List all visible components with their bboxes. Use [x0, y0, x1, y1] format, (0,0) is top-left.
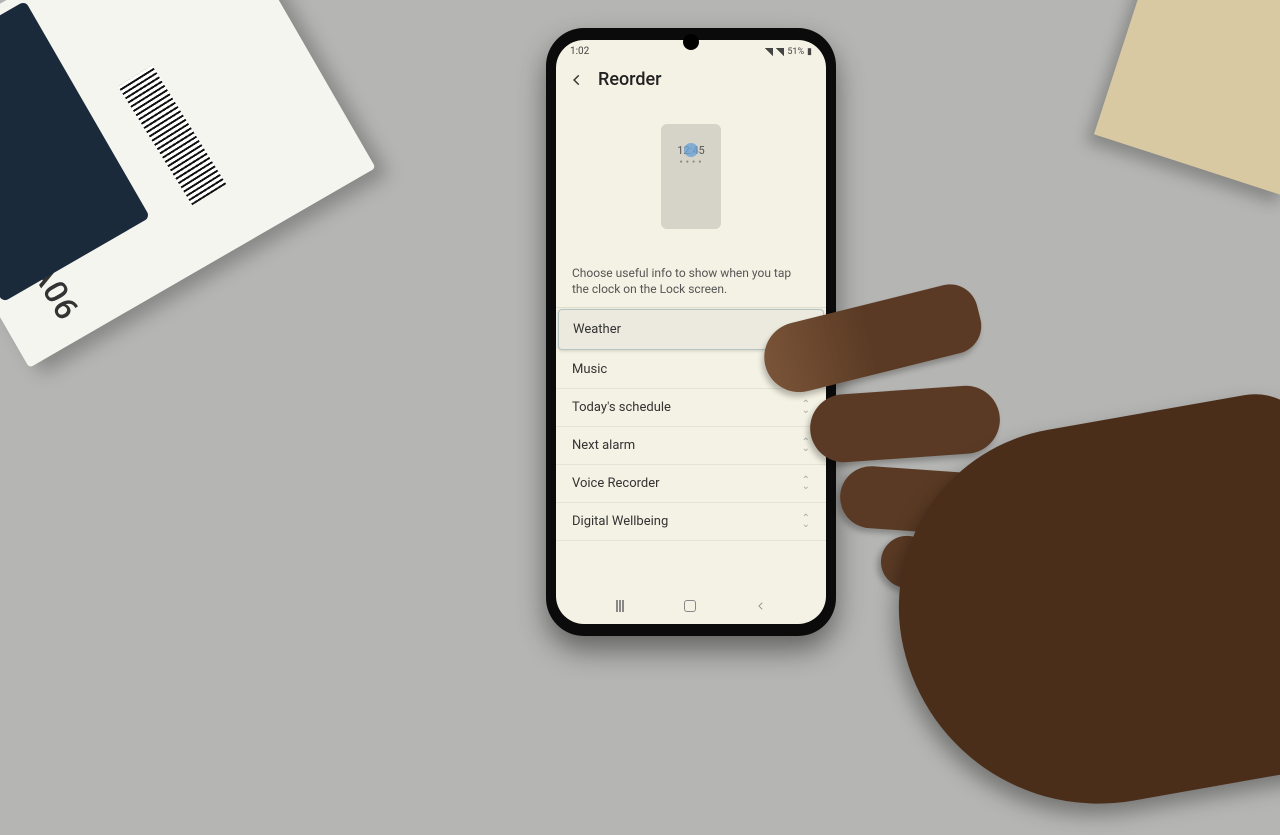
channel-logo — [1222, 680, 1270, 704]
phone-screen: 1:02 51% ▮ Reorder 12:45 ● ● ● ● — [556, 40, 826, 624]
preview-clock: 12:45 — [677, 144, 704, 157]
weather-icon — [684, 143, 698, 157]
status-time: 1:02 — [570, 46, 589, 57]
wood-prop — [1094, 0, 1280, 196]
nav-back[interactable] — [756, 600, 766, 612]
list-item-schedule[interactable]: Today's schedule ⌃⌄ — [556, 389, 826, 427]
hand-overlay — [760, 300, 1280, 760]
camera-notch — [683, 34, 699, 50]
battery-icon: ▮ — [807, 47, 812, 57]
signal-icon-2 — [776, 48, 784, 56]
nav-home[interactable] — [684, 600, 696, 612]
barcode — [118, 65, 226, 205]
list-item-alarm[interactable]: Next alarm ⌃⌄ — [556, 427, 826, 465]
drag-handle-icon[interactable]: ⌃⌄ — [802, 364, 810, 376]
signal-icon — [765, 48, 773, 56]
item-label: Weather — [573, 322, 621, 337]
list-item-recorder[interactable]: Voice Recorder ⌃⌄ — [556, 465, 826, 503]
drag-handle-icon[interactable]: ⌃⌄ — [802, 440, 810, 452]
list-item-weather[interactable]: Weather — [558, 309, 824, 350]
lockscreen-preview: 12:45 ● ● ● ● — [661, 124, 721, 229]
box-image — [0, 1, 150, 303]
preview-area: 12:45 ● ● ● ● — [556, 102, 826, 265]
product-box-prop — [0, 0, 376, 368]
back-icon[interactable] — [570, 73, 584, 87]
item-label: Today's schedule — [572, 400, 671, 415]
drag-handle-icon[interactable]: ⌃⌄ — [802, 402, 810, 414]
item-label: Digital Wellbeing — [572, 514, 668, 529]
description-text: Choose useful info to show when you tap … — [556, 265, 826, 308]
item-label: Voice Recorder — [572, 476, 660, 491]
reorder-list: Weather Music ⌃⌄ Today's schedule ⌃⌄ Nex… — [556, 308, 826, 590]
item-label: Next alarm — [572, 438, 635, 453]
list-item-music[interactable]: Music ⌃⌄ — [556, 351, 826, 389]
header: Reorder — [556, 59, 826, 102]
drag-handle-icon[interactable]: ⌃⌄ — [802, 478, 810, 490]
nav-bar — [556, 590, 826, 624]
status-right: 51% ▮ — [765, 47, 812, 57]
preview-dots: ● ● ● ● — [680, 159, 703, 165]
page-title: Reorder — [598, 69, 662, 90]
list-item-wellbeing[interactable]: Digital Wellbeing ⌃⌄ — [556, 503, 826, 541]
drag-handle-icon[interactable]: ⌃⌄ — [802, 516, 810, 528]
nav-recents[interactable] — [616, 600, 624, 612]
phone-frame: 1:02 51% ▮ Reorder 12:45 ● ● ● ● — [546, 28, 836, 636]
battery-percent: 51% — [787, 47, 804, 57]
item-label: Music — [572, 362, 607, 377]
